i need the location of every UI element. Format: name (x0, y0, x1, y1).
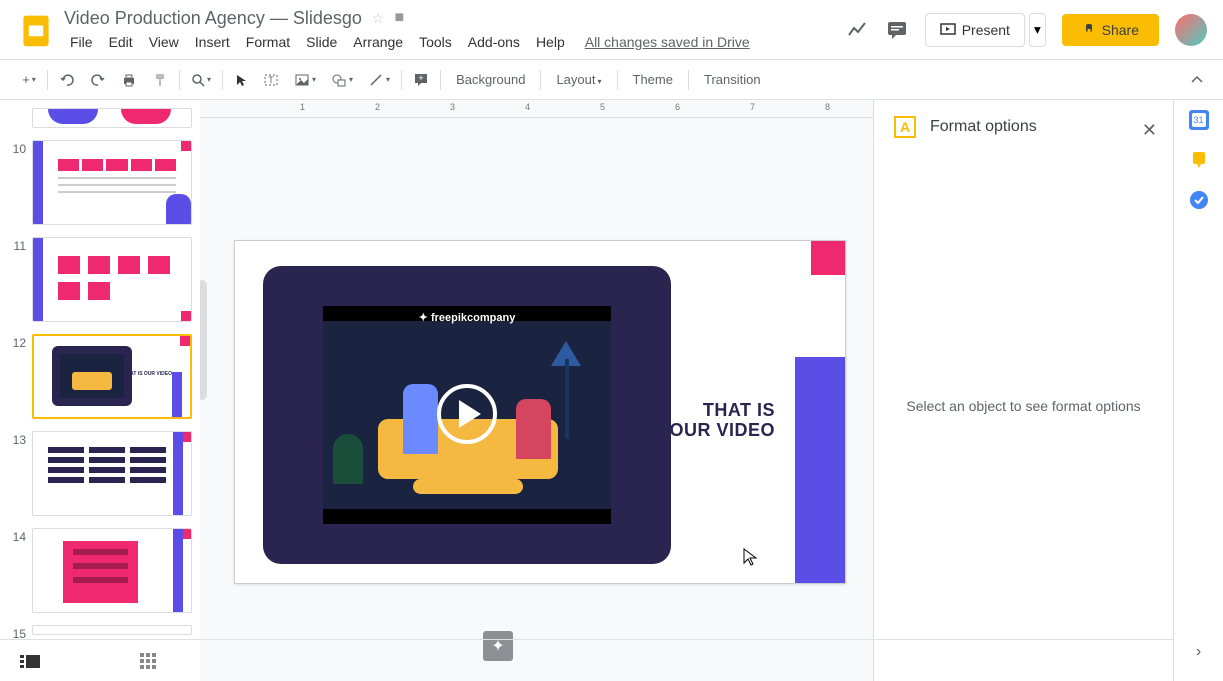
image-tool[interactable]: ▾ (288, 67, 322, 93)
keep-addon-icon[interactable] (1189, 150, 1209, 170)
filmstrip-view-icon[interactable] (20, 653, 40, 669)
filmstrip[interactable]: 10 11 12 (0, 100, 200, 681)
present-button[interactable]: Present (925, 13, 1025, 47)
editor-area[interactable]: 1 2 3 4 5 6 7 8 (200, 100, 873, 681)
menu-help[interactable]: Help (530, 32, 571, 52)
video-brand-text: ✦ freepikcompany (263, 311, 671, 324)
theme-button[interactable]: Theme (623, 67, 683, 92)
format-empty-text: Select an object to see format options (894, 398, 1153, 414)
toolbar: +▾ ▾ T ▾ ▾ ▾ + Background Layout▾ Theme … (0, 60, 1223, 100)
menu-slide[interactable]: Slide (300, 32, 343, 52)
undo-button[interactable] (53, 67, 81, 93)
slide-thumb-14[interactable] (32, 528, 192, 613)
bottom-bar (0, 639, 1173, 681)
slides-logo[interactable] (16, 10, 56, 50)
addons-sidebar: 31 › (1173, 100, 1223, 681)
svg-text:+: + (418, 73, 423, 83)
svg-text:A: A (900, 119, 910, 135)
redo-button[interactable] (84, 67, 112, 93)
menu-tools[interactable]: Tools (413, 32, 458, 52)
menu-file[interactable]: File (64, 32, 99, 52)
menu-format[interactable]: Format (240, 32, 296, 52)
menu-insert[interactable]: Insert (189, 32, 236, 52)
line-tool[interactable]: ▾ (362, 67, 396, 93)
header: Video Production Agency — Slidesgo ☆ ■ F… (0, 0, 1223, 60)
tasks-addon-icon[interactable] (1189, 190, 1209, 210)
header-actions: Present ▾ Share (845, 13, 1207, 47)
textbox-tool[interactable]: T (257, 67, 285, 93)
svg-text:T: T (268, 75, 274, 85)
share-button[interactable]: Share (1062, 14, 1159, 46)
paint-format-button[interactable] (146, 67, 174, 93)
slide-thumb-10[interactable] (32, 140, 192, 225)
thumb-number: 10 (8, 142, 26, 156)
close-icon[interactable]: ✕ (1142, 120, 1157, 141)
menu-edit[interactable]: Edit (103, 32, 139, 52)
purple-side-bar (795, 357, 845, 583)
account-avatar[interactable] (1175, 14, 1207, 46)
transition-button[interactable]: Transition (694, 67, 771, 92)
menu-view[interactable]: View (143, 32, 185, 52)
background-button[interactable]: Background (446, 67, 535, 92)
pink-accent-square (811, 241, 845, 275)
format-options-icon: A (894, 116, 916, 138)
thumb-number: 13 (8, 433, 26, 447)
ruler-horizontal: 1 2 3 4 5 6 7 8 (200, 100, 873, 118)
play-icon[interactable] (437, 384, 497, 444)
video-container[interactable]: ✦ freepikcompany (263, 266, 671, 564)
select-tool[interactable] (228, 67, 254, 93)
present-label: Present (962, 22, 1010, 38)
menu-arrange[interactable]: Arrange (347, 32, 409, 52)
comments-icon[interactable] (885, 18, 909, 42)
thumb-number: 12 (8, 336, 26, 350)
filmstrip-scrollbar[interactable] (200, 280, 207, 400)
print-button[interactable] (115, 67, 143, 93)
star-icon[interactable]: ☆ (372, 10, 385, 27)
slide-thumb-13[interactable] (32, 431, 192, 516)
doc-title[interactable]: Video Production Agency — Slidesgo (64, 8, 362, 29)
format-panel: A Format options ✕ Select an object to s… (873, 100, 1173, 681)
shape-tool[interactable]: ▾ (325, 67, 359, 93)
slide-heading[interactable]: THAT IS OUR VIDEO (669, 401, 775, 441)
slide-thumb-11[interactable] (32, 237, 192, 322)
slide-canvas[interactable]: ✦ freepikcompany THAT IS OUR VIDEO (234, 240, 846, 584)
thumb-number: 11 (8, 239, 26, 253)
comment-tool[interactable]: + (407, 67, 435, 93)
slide-thumb-12[interactable]: THAT IS OUR VIDEO (32, 334, 192, 419)
grid-view-icon[interactable] (140, 653, 156, 669)
menu-addons[interactable]: Add-ons (462, 32, 526, 52)
slide-thumb-15[interactable] (32, 625, 192, 635)
calendar-addon-icon[interactable]: 31 (1189, 110, 1209, 130)
thumb-number: 14 (8, 530, 26, 544)
present-dropdown[interactable]: ▾ (1029, 13, 1046, 47)
title-area: Video Production Agency — Slidesgo ☆ ■ F… (64, 8, 845, 52)
drive-status[interactable]: All changes saved in Drive (585, 34, 750, 50)
activity-icon[interactable] (845, 18, 869, 42)
sidebar-expand-icon[interactable]: › (1176, 623, 1221, 681)
layout-button[interactable]: Layout▾ (546, 67, 611, 92)
main: 10 11 12 (0, 100, 1223, 681)
menu-bar: File Edit View Insert Format Slide Arran… (64, 32, 845, 52)
zoom-button[interactable]: ▾ (185, 67, 217, 93)
mouse-cursor (742, 547, 758, 567)
new-slide-button[interactable]: +▾ (16, 67, 42, 93)
toolbar-collapse-icon[interactable] (1187, 70, 1207, 90)
move-folder-icon[interactable]: ■ (394, 9, 404, 27)
slide-thumb-9[interactable] (32, 108, 192, 128)
share-label: Share (1102, 22, 1139, 38)
format-title: Format options (930, 118, 1037, 136)
